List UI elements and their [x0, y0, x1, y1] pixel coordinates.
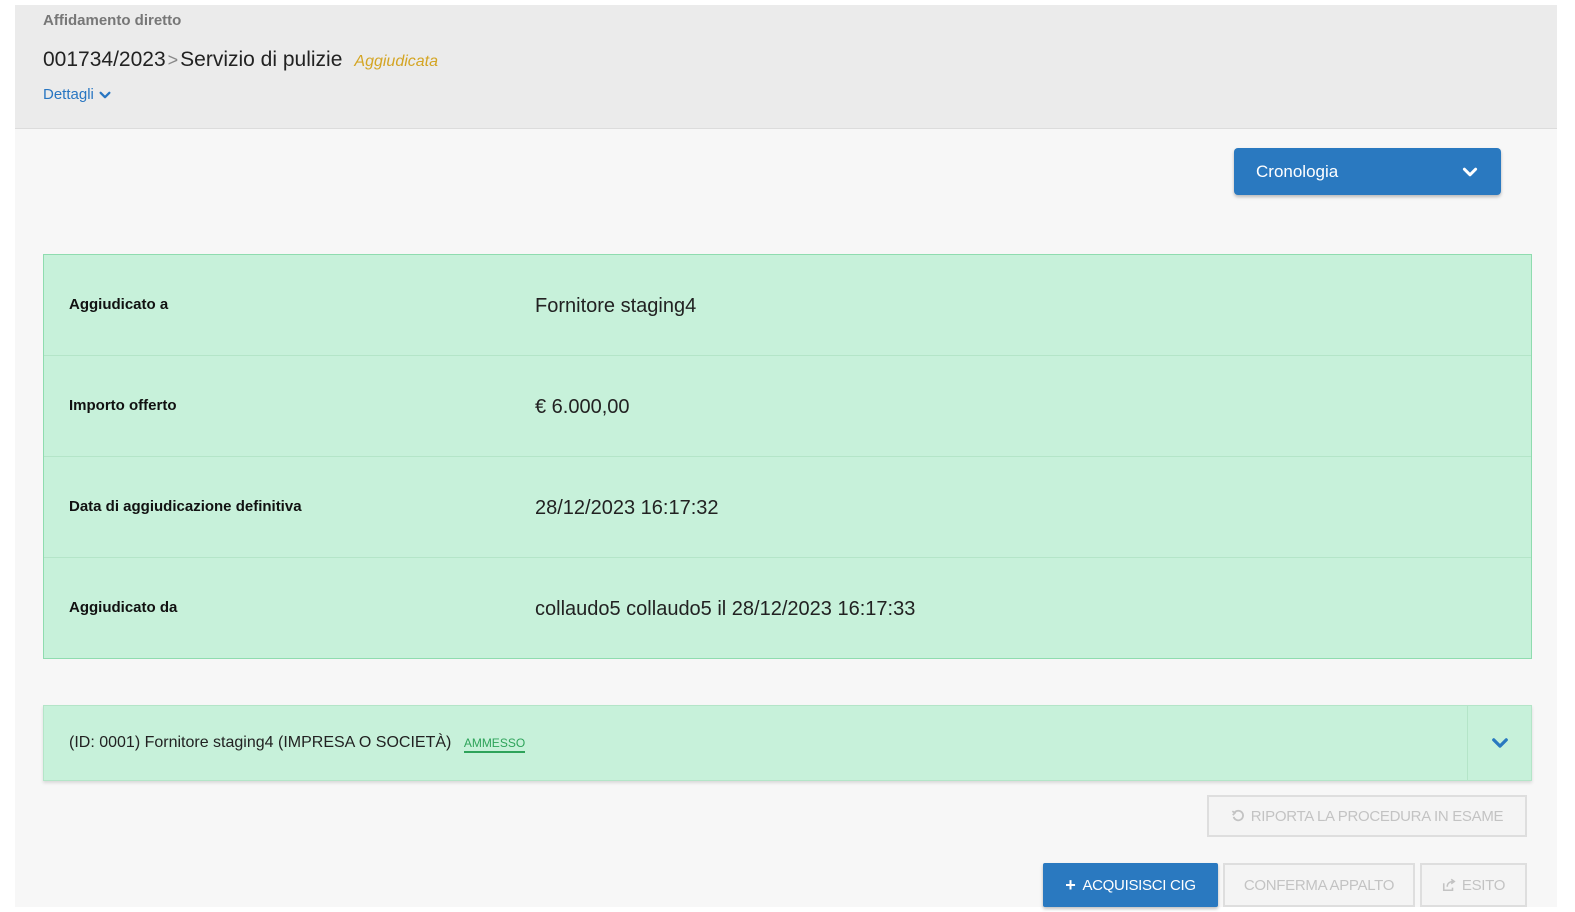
chevron-down-icon — [98, 88, 112, 102]
undo-icon — [1231, 809, 1245, 823]
procedure-number: 001734/2023 — [43, 48, 166, 71]
riporta-label: RIPORTA LA PROCEDURA IN ESAME — [1250, 807, 1504, 825]
riporta-in-esame-button[interactable]: RIPORTA LA PROCEDURA IN ESAME — [1207, 795, 1527, 837]
chevron-down-icon — [1461, 163, 1479, 181]
details-toggle[interactable]: Dettagli — [43, 86, 112, 103]
history-dropdown-label: Cronologia — [1256, 161, 1339, 181]
page-title: 001734/2023 > Servizio di pulizie Aggiud… — [43, 48, 438, 72]
plus-icon: + — [1065, 875, 1076, 895]
breadcrumb-separator: > — [167, 50, 179, 70]
acquisisci-label: ACQUISISCI CIG — [1082, 876, 1196, 894]
award-value: 28/12/2023 16:17:32 — [535, 497, 719, 519]
award-row-date: Data di aggiudicazione definitiva 28/12/… — [44, 457, 1531, 558]
award-row-awarded-by: Aggiudicato da collaudo5 collaudo5 il 28… — [44, 558, 1531, 659]
details-label: Dettagli — [43, 86, 94, 103]
award-label: Data di aggiudicazione definitiva — [69, 498, 302, 515]
acquisisci-cig-button[interactable]: + ACQUISISCI CIG — [1043, 863, 1218, 907]
award-row-awarded-to: Aggiudicato a Fornitore staging4 — [44, 255, 1531, 356]
history-dropdown[interactable]: Cronologia — [1234, 148, 1501, 195]
admitted-badge: AMMESSO — [463, 736, 526, 753]
esito-label: ESITO — [1461, 876, 1506, 894]
share-icon — [1442, 878, 1456, 892]
bidder-name: (ID: 0001) Fornitore staging4 (IMPRESA O… — [69, 734, 452, 751]
status-badge: Aggiudicata — [354, 53, 439, 70]
award-label: Importo offerto — [69, 397, 177, 414]
award-summary: Aggiudicato a Fornitore staging4 Importo… — [43, 254, 1532, 659]
chevron-down-icon — [1490, 733, 1510, 753]
award-value: € 6.000,00 — [535, 396, 630, 418]
procedure-title: Servizio di pulizie — [180, 48, 343, 71]
esito-button[interactable]: ESITO — [1420, 863, 1527, 907]
procedure-type: Affidamento diretto — [43, 12, 182, 29]
award-label: Aggiudicato a — [69, 296, 169, 313]
conferma-label: CONFERMA APPALTO — [1243, 876, 1395, 894]
bidder-expand-toggle[interactable] — [1467, 706, 1531, 780]
award-value: collaudo5 collaudo5 il 28/12/2023 16:17:… — [535, 598, 916, 620]
bidder-title: (ID: 0001) Fornitore staging4 (IMPRESA O… — [69, 706, 526, 782]
award-value: Fornitore staging4 — [535, 295, 697, 317]
bidder-panel[interactable]: (ID: 0001) Fornitore staging4 (IMPRESA O… — [43, 705, 1532, 781]
award-row-amount: Importo offerto € 6.000,00 — [44, 356, 1531, 457]
page: Affidamento diretto 001734/2023 > Serviz… — [15, 5, 1557, 907]
conferma-appalto-button[interactable]: CONFERMA APPALTO — [1223, 863, 1415, 907]
procedure-header: Affidamento diretto 001734/2023 > Serviz… — [15, 5, 1557, 129]
award-label: Aggiudicato da — [69, 599, 178, 616]
